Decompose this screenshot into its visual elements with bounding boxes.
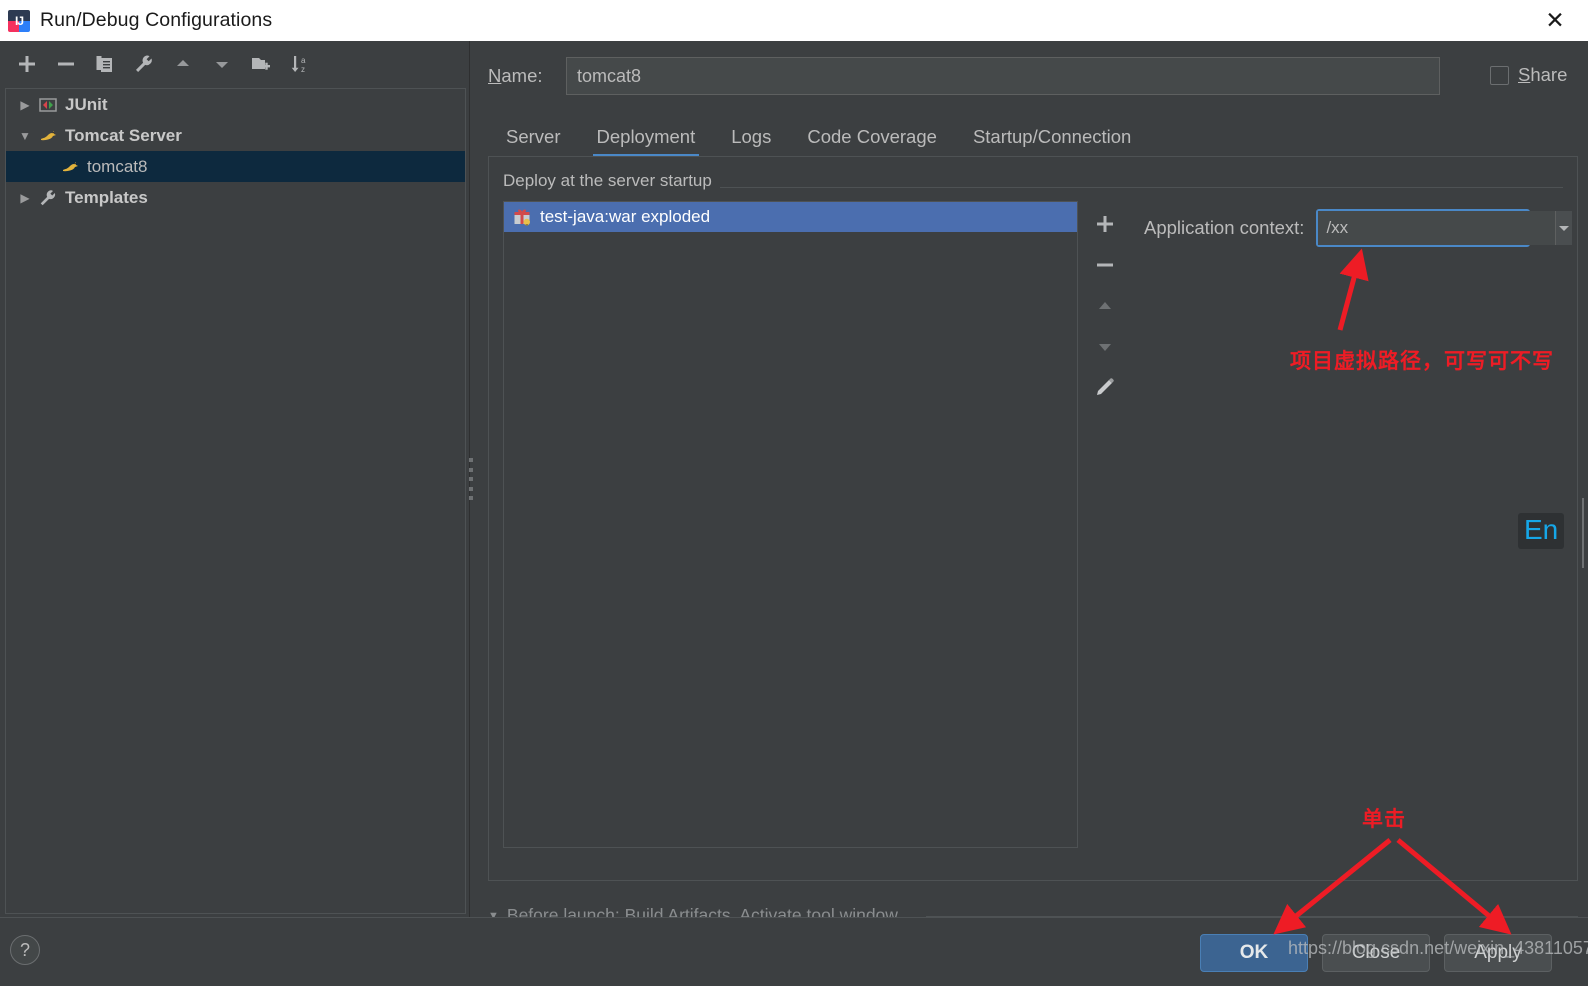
configuration-tabs[interactable]: Server Deployment Logs Code Coverage Sta… bbox=[488, 113, 1149, 157]
tomcat-icon bbox=[58, 156, 82, 178]
artifact-list-controls bbox=[1085, 201, 1125, 848]
run-debug-configurations-dialog: IJ Run/Debug Configurations ✕ a z ▶ JUni… bbox=[0, 0, 1588, 986]
sidebar-item-label: JUnit bbox=[65, 94, 108, 114]
sidebar-item-tomcat-server[interactable]: ▼ Tomcat Server bbox=[6, 120, 465, 151]
move-artifact-down-button[interactable] bbox=[1087, 329, 1123, 365]
name-label: Name: bbox=[488, 65, 543, 86]
chevron-right-icon[interactable]: ▶ bbox=[14, 94, 36, 116]
tab-logs[interactable]: Logs bbox=[713, 117, 789, 157]
folder-add-icon[interactable] bbox=[244, 48, 278, 80]
application-context-input[interactable] bbox=[1318, 211, 1556, 245]
sidebar-item-templates[interactable]: ▶ Templates bbox=[6, 182, 465, 213]
arrow-down-icon[interactable] bbox=[205, 48, 239, 80]
context-annotation-text: 项目虚拟路径，可写可不写 bbox=[1290, 349, 1554, 373]
chevron-down-icon[interactable]: ▼ bbox=[14, 125, 36, 147]
click-annotation-text: 单击 bbox=[1362, 807, 1406, 831]
watermark-text: https://blog.csdn.net/weixin_43811057 bbox=[1288, 938, 1588, 958]
svg-text:a: a bbox=[301, 56, 306, 65]
panel-splitter[interactable] bbox=[466, 41, 476, 917]
edit-artifact-button[interactable] bbox=[1087, 370, 1123, 406]
splitter-grip-icon bbox=[469, 458, 473, 500]
tab-server[interactable]: Server bbox=[488, 117, 579, 157]
tomcat-icon bbox=[36, 125, 60, 147]
deployment-tab-panel: Deploy at the server startup test-java:w… bbox=[488, 156, 1578, 881]
sort-az-icon[interactable]: a z bbox=[283, 48, 317, 80]
sidebar-item-junit[interactable]: ▶ JUnit bbox=[6, 89, 465, 120]
chevron-down-icon[interactable] bbox=[1555, 211, 1573, 245]
close-icon[interactable]: ✕ bbox=[1540, 8, 1570, 34]
application-context-row: Application context: bbox=[1144, 209, 1573, 247]
remove-configuration-button[interactable] bbox=[49, 48, 83, 80]
configurations-sidebar: a z ▶ JUnit ▼ Tomcat Server tomcat8 ▶ Te… bbox=[0, 41, 470, 917]
deployment-artifacts-list[interactable]: test-java:war exploded bbox=[503, 201, 1078, 848]
list-item-label: test-java:war exploded bbox=[540, 207, 711, 226]
move-artifact-up-button[interactable] bbox=[1087, 288, 1123, 324]
junit-icon bbox=[36, 94, 60, 116]
sidebar-toolbar: a z bbox=[0, 41, 470, 86]
wrench-icon[interactable] bbox=[127, 48, 161, 80]
name-input[interactable] bbox=[566, 57, 1440, 95]
application-context-label: Application context: bbox=[1144, 217, 1305, 238]
arrow-up-icon[interactable] bbox=[166, 48, 200, 80]
sidebar-item-label: Templates bbox=[65, 187, 148, 207]
page-title: Run/Debug Configurations bbox=[40, 9, 273, 31]
help-button[interactable]: ? bbox=[10, 935, 40, 965]
ime-edge-bar bbox=[1582, 498, 1584, 568]
copy-configuration-button[interactable] bbox=[88, 48, 122, 80]
tab-code-coverage[interactable]: Code Coverage bbox=[789, 117, 955, 157]
ime-indicator: En bbox=[1518, 513, 1565, 549]
tab-startup-connection[interactable]: Startup/Connection bbox=[955, 117, 1149, 157]
application-context-combobox[interactable] bbox=[1316, 209, 1573, 247]
tab-deployment[interactable]: Deployment bbox=[579, 117, 714, 157]
svg-text:z: z bbox=[301, 65, 305, 74]
group-divider bbox=[711, 187, 1563, 188]
sidebar-item-label: Tomcat Server bbox=[65, 125, 182, 145]
title-bar: IJ Run/Debug Configurations ✕ bbox=[0, 0, 1588, 41]
share-checkbox[interactable]: Share bbox=[1490, 64, 1567, 86]
remove-artifact-button[interactable] bbox=[1087, 247, 1123, 283]
chevron-right-icon[interactable]: ▶ bbox=[14, 187, 36, 209]
share-checkbox-box[interactable] bbox=[1490, 65, 1509, 85]
configuration-editor-pane: Name: Share Server Deployment Logs Code … bbox=[476, 41, 1588, 917]
wrench-icon bbox=[36, 187, 60, 209]
intellij-idea-icon: IJ bbox=[8, 9, 30, 32]
sidebar-item-label: tomcat8 bbox=[87, 156, 148, 176]
artifact-icon bbox=[512, 207, 532, 227]
deploy-group-title: Deploy at the server startup bbox=[503, 171, 720, 191]
sidebar-item-tomcat8[interactable]: tomcat8 bbox=[6, 151, 465, 182]
add-configuration-button[interactable] bbox=[10, 48, 44, 80]
list-item[interactable]: test-java:war exploded bbox=[504, 202, 1077, 232]
add-artifact-button[interactable] bbox=[1087, 206, 1123, 242]
name-row: Name: Share bbox=[482, 57, 1588, 99]
share-label: Share bbox=[1518, 64, 1568, 85]
configurations-tree[interactable]: ▶ JUnit ▼ Tomcat Server tomcat8 ▶ Templa… bbox=[5, 88, 466, 914]
